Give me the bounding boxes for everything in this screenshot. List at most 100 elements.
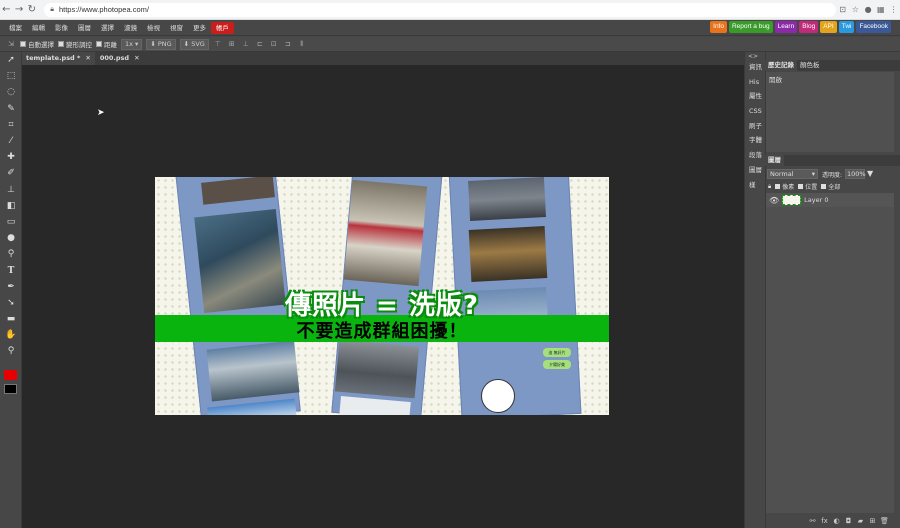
- close-icon[interactable]: ✕: [134, 54, 139, 62]
- magic-wand-icon[interactable]: ✎: [0, 101, 22, 117]
- address-bar[interactable]: 🔒︎ https://www.photopea.com/: [44, 2, 837, 17]
- blog-link[interactable]: Blog: [799, 21, 819, 33]
- stamp-tool-icon[interactable]: ⊥: [0, 182, 22, 198]
- align-middle-icon[interactable]: ⊞: [227, 40, 237, 48]
- translate-icon[interactable]: ⊡: [836, 5, 849, 14]
- blur-tool-icon[interactable]: ●: [0, 230, 22, 246]
- distribute-icon[interactable]: ⫴: [297, 40, 307, 49]
- info-link[interactable]: Info: [710, 21, 727, 33]
- export-png-button[interactable]: ⬇ PNG: [146, 38, 176, 50]
- panel-css[interactable]: CSS: [745, 104, 764, 119]
- lock-all-option[interactable]: 全部: [821, 182, 840, 191]
- menu-layer[interactable]: 圖層: [73, 22, 96, 34]
- zoom-tool-icon[interactable]: ⚲: [0, 343, 22, 359]
- reload-icon[interactable]: ↻: [25, 4, 38, 15]
- panel-layer-styles[interactable]: 圖層樣: [745, 163, 764, 189]
- link-layers-icon[interactable]: ⚯: [808, 517, 817, 525]
- facebook-link[interactable]: Facebook: [856, 21, 891, 33]
- align-left-icon[interactable]: ⊏: [255, 40, 265, 48]
- twitter-link[interactable]: Twi: [838, 21, 855, 33]
- close-icon[interactable]: ✕: [85, 54, 90, 62]
- document-canvas[interactable]: 這 無好片 夕陽好美 傳照片 = 洗版? 不要造成群組困擾！: [155, 177, 609, 415]
- lock-position-option[interactable]: 位置: [798, 182, 817, 191]
- effects-icon[interactable]: fx: [820, 517, 829, 525]
- opacity-field[interactable]: 100%: [845, 169, 866, 179]
- auto-select-option[interactable]: 自動選擇: [20, 39, 54, 49]
- tab-layers[interactable]: 圖層: [765, 155, 784, 166]
- layer-row[interactable]: 👁︎ Layer 0: [766, 193, 894, 207]
- checkbox[interactable]: [20, 41, 26, 47]
- adjustment-icon[interactable]: ◐: [832, 517, 841, 525]
- align-center-icon[interactable]: ⊡: [269, 40, 279, 48]
- tab-template[interactable]: template.psd * ✕: [22, 52, 95, 65]
- healing-tool-icon[interactable]: ✚: [0, 149, 22, 165]
- history-item[interactable]: 開啟: [766, 72, 894, 86]
- menu-window[interactable]: 視窗: [165, 22, 188, 34]
- mask-icon[interactable]: ◘: [844, 517, 853, 525]
- panel-brush[interactable]: 刷子: [745, 119, 764, 134]
- text-tool-icon[interactable]: T: [0, 262, 22, 278]
- export-svg-button[interactable]: ⬇ SVG: [179, 38, 209, 50]
- background-color[interactable]: [4, 384, 17, 394]
- foreground-color[interactable]: [4, 370, 17, 380]
- menu-view[interactable]: 檢視: [142, 22, 165, 34]
- panel-character[interactable]: 字體: [745, 133, 764, 148]
- shape-tool-icon[interactable]: ▬: [0, 311, 22, 327]
- tab-history[interactable]: 歷史記錄: [765, 60, 797, 71]
- folder-icon[interactable]: ▰: [856, 517, 865, 525]
- trash-icon[interactable]: 🗑︎: [880, 517, 889, 525]
- panel-history[interactable]: His: [745, 75, 764, 90]
- checkbox[interactable]: [775, 184, 781, 189]
- brush-tool-icon[interactable]: ✐: [0, 165, 22, 181]
- collapse-icon[interactable]: <>: [748, 53, 758, 60]
- panel-info[interactable]: 資訊: [745, 60, 764, 75]
- checkbox[interactable]: [798, 184, 804, 189]
- gradient-tool-icon[interactable]: ▭: [0, 214, 22, 230]
- dodge-tool-icon[interactable]: ⚲: [0, 246, 22, 262]
- hand-tool-icon[interactable]: ✋: [0, 327, 22, 343]
- menu-icon[interactable]: ⋮: [887, 5, 900, 14]
- blend-mode-select[interactable]: Normal ▾: [767, 169, 818, 179]
- panel-properties[interactable]: 屬性: [745, 89, 764, 104]
- new-layer-icon[interactable]: ⊞: [868, 517, 877, 525]
- menu-file[interactable]: 檔案: [4, 22, 27, 34]
- tab-000[interactable]: 000.psd ✕: [95, 52, 144, 65]
- align-top-icon[interactable]: ⊤: [213, 40, 223, 48]
- menu-filter[interactable]: 濾鏡: [119, 22, 142, 34]
- move-tool-icon[interactable]: ➚: [0, 52, 22, 68]
- eraser-tool-icon[interactable]: ◧: [0, 198, 22, 214]
- lasso-tool-icon[interactable]: ◌: [0, 84, 22, 100]
- checkbox[interactable]: [96, 41, 102, 47]
- star-icon[interactable]: ☆: [849, 5, 862, 14]
- zoom-select[interactable]: 1x ▾: [121, 38, 143, 50]
- api-link[interactable]: API: [820, 21, 837, 33]
- eyedropper-icon[interactable]: ⁄: [0, 133, 22, 149]
- tab-swatches[interactable]: 顏色板: [797, 60, 823, 71]
- menu-more[interactable]: 更多: [188, 22, 211, 34]
- align-right-icon[interactable]: ⊐: [283, 40, 293, 48]
- checkbox[interactable]: [821, 184, 827, 189]
- lock-pixels-option[interactable]: 像素: [775, 182, 794, 191]
- back-icon[interactable]: ←: [0, 4, 13, 15]
- path-select-icon[interactable]: ➘: [0, 295, 22, 311]
- forward-icon[interactable]: →: [13, 4, 26, 15]
- align-bottom-icon[interactable]: ⊥: [241, 40, 251, 48]
- menu-select[interactable]: 選擇: [96, 22, 119, 34]
- crop-tool-icon[interactable]: ⌗: [0, 117, 22, 133]
- lock-position-label: 位置: [805, 184, 818, 191]
- panel-paragraph[interactable]: 段落: [745, 148, 764, 163]
- eye-icon[interactable]: 👁︎: [769, 196, 779, 205]
- pen-tool-icon[interactable]: ✒: [0, 279, 22, 295]
- report-bug-link[interactable]: Report a bug: [728, 21, 773, 33]
- chevron-down-icon[interactable]: ▼: [867, 169, 873, 178]
- marquee-tool-icon[interactable]: ⬚: [0, 68, 22, 84]
- menu-account[interactable]: 帳戶: [211, 21, 234, 34]
- checkbox[interactable]: [58, 41, 64, 47]
- extension-icon[interactable]: ▦: [874, 5, 887, 14]
- distance-option[interactable]: 距離: [96, 39, 117, 49]
- learn-link[interactable]: Learn: [774, 21, 798, 33]
- menu-edit[interactable]: 編輯: [27, 22, 50, 34]
- menu-image[interactable]: 影像: [50, 22, 73, 34]
- transform-option[interactable]: 變形調控: [58, 39, 92, 49]
- extension-icon[interactable]: ●: [862, 5, 875, 14]
